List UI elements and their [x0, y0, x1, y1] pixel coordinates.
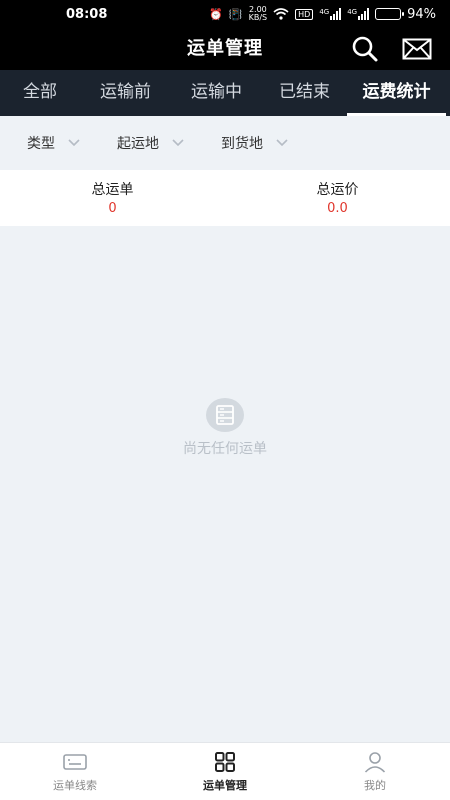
status-bar: 08:08 ⏰ 📳 2.00 KB/S HD 4G 4G 94% [0, 0, 450, 28]
empty-box-icon [206, 398, 244, 432]
nav-order-management[interactable]: 运单管理 [150, 743, 300, 800]
status-tabs: 全部 运输前 运输中 已结束 运费统计 [0, 70, 450, 116]
freight-summary: 总运单 0 总运价 0.0 [0, 170, 450, 226]
keyboard-icon [63, 754, 87, 770]
wifi-icon [273, 8, 289, 20]
bottom-nav: 运单线索 运单管理 我的 [0, 742, 450, 800]
filter-destination[interactable]: 到货地 [221, 133, 289, 153]
nav-mine-label: 我的 [364, 779, 386, 792]
tab-freight-stats[interactable]: 运费统计 [347, 70, 446, 116]
filter-destination-label: 到货地 [221, 136, 263, 152]
empty-state-text: 尚无任何运单 [183, 441, 267, 457]
empty-state: 尚无任何运单 [0, 398, 450, 458]
search-icon [352, 36, 378, 62]
total-freight: 总运价 0.0 [225, 170, 450, 226]
filter-type-label: 类型 [27, 136, 55, 152]
user-icon [364, 752, 386, 773]
signal2-label: 4G [347, 8, 358, 16]
tab-finished[interactable]: 已结束 [262, 70, 347, 116]
filter-type[interactable]: 类型 [27, 133, 81, 153]
chevron-down-icon [68, 139, 80, 147]
total-orders-label: 总运单 [91, 182, 134, 198]
battery-icon [375, 8, 405, 20]
filter-bar: 类型 起运地 到货地 [0, 116, 450, 170]
vibrate-icon: 📳 [228, 7, 243, 21]
signal1-label: 4G [319, 8, 330, 16]
hd-badge: HD [295, 8, 314, 20]
filter-origin-label: 起运地 [117, 136, 159, 152]
chevron-down-icon [172, 139, 184, 147]
nav-order-leads-label: 运单线索 [53, 779, 97, 792]
mail-icon [402, 38, 432, 60]
search-button[interactable] [349, 34, 381, 64]
tab-all[interactable]: 全部 [0, 70, 80, 116]
net-speed-unit: KB/S [248, 13, 268, 22]
tab-before-transport[interactable]: 运输前 [80, 70, 171, 116]
mail-button[interactable] [401, 34, 433, 64]
tab-in-transport[interactable]: 运输中 [171, 70, 262, 116]
nav-order-management-label: 运单管理 [203, 779, 247, 792]
chevron-down-icon [276, 139, 288, 147]
signal2-icon: 4G [347, 8, 370, 20]
status-time: 08:08 [66, 6, 108, 22]
app-header: 运单管理 [0, 28, 450, 70]
grid-icon [215, 752, 235, 772]
nav-order-leads[interactable]: 运单线索 [0, 743, 150, 800]
total-freight-label: 总运价 [316, 182, 359, 198]
filter-origin[interactable]: 起运地 [117, 133, 185, 153]
total-orders-value: 0 [108, 201, 117, 216]
net-speed: 2.00 KB/S [249, 6, 268, 22]
total-orders: 总运单 0 [0, 170, 225, 226]
page-title: 运单管理 [187, 38, 263, 59]
alarm-icon: ⏰ [209, 7, 223, 21]
status-icons: ⏰ 📳 2.00 KB/S HD 4G 4G 94% [209, 6, 436, 22]
battery-percent: 94% [407, 6, 436, 22]
total-freight-value: 0.0 [327, 201, 348, 216]
nav-mine[interactable]: 我的 [300, 743, 450, 800]
signal1-icon: 4G [319, 8, 342, 20]
